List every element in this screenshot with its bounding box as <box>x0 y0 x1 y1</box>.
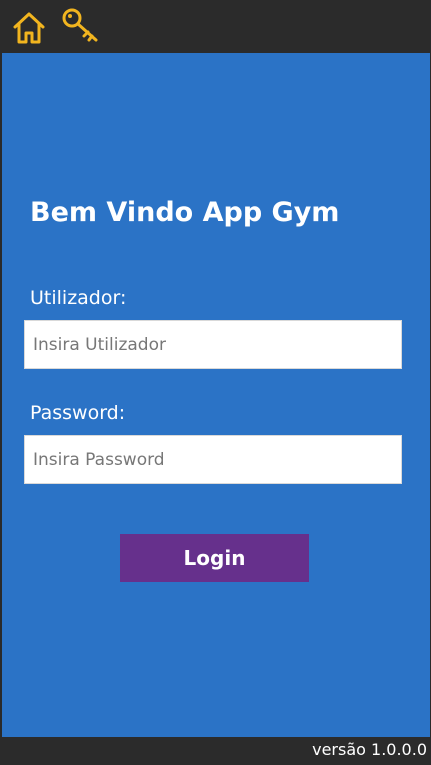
password-label: Password: <box>30 402 126 424</box>
home-icon <box>13 12 45 44</box>
home-button[interactable] <box>8 6 50 48</box>
app-window: Bem Vindo App Gym Utilizador: Password: … <box>0 0 431 765</box>
username-label: Utilizador: <box>30 287 127 309</box>
version-text: versão 1.0.0.0 <box>312 740 427 759</box>
footer-bar: versão 1.0.0.0 <box>0 737 431 765</box>
login-panel: Bem Vindo App Gym Utilizador: Password: … <box>2 53 430 737</box>
key-icon <box>62 8 98 42</box>
top-bar <box>0 0 431 53</box>
login-button[interactable]: Login <box>120 534 309 582</box>
username-input[interactable] <box>24 320 402 369</box>
password-input[interactable] <box>24 435 402 484</box>
page-title: Bem Vindo App Gym <box>30 197 340 228</box>
key-button[interactable] <box>60 6 102 48</box>
